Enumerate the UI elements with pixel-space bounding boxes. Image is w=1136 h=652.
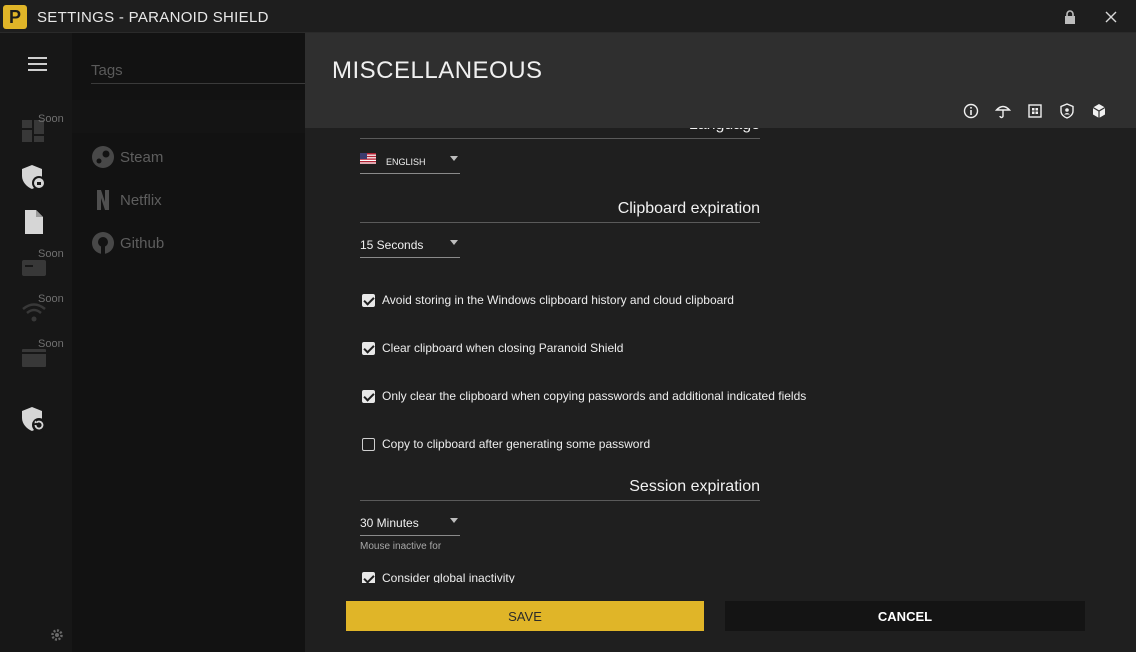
checkbox-label: Consider global inactivity (382, 571, 515, 583)
copy-after-generate-checkbox[interactable]: Copy to clipboard after generating some … (362, 435, 650, 453)
chevron-down-icon (450, 156, 458, 161)
list-item[interactable]: Steam (91, 145, 163, 169)
checkbox-label: Avoid storing in the Windows clipboard h… (382, 293, 734, 307)
lock-icon[interactable] (1063, 10, 1077, 24)
checkbox-checked[interactable] (362, 389, 375, 403)
settings-gear-icon[interactable] (50, 628, 64, 642)
app-logo: P (3, 5, 27, 29)
rail-item-sync[interactable] (20, 405, 54, 439)
page-title: MISCELLANEOUS (332, 57, 543, 84)
only-clear-passwords-checkbox[interactable]: Only clear the clipboard when copying pa… (362, 387, 806, 405)
netflix-icon (97, 190, 109, 210)
steam-icon (92, 146, 114, 168)
hamburger-menu-icon[interactable] (27, 55, 49, 73)
rail-item-vault[interactable] (20, 163, 54, 197)
checkbox-checked[interactable] (362, 341, 375, 355)
navigation-rail: Soon Soon Soon Soon (0, 33, 72, 652)
tags-placeholder: Tags (91, 62, 123, 79)
shield-user-icon[interactable] (1059, 103, 1075, 119)
language-select[interactable]: ENGLISH (360, 150, 460, 174)
soon-badge: Soon (38, 293, 64, 305)
shield-lock-icon (22, 165, 46, 190)
list-divider (72, 100, 305, 133)
list-item-label: Netflix (120, 191, 162, 209)
clear-on-close-checkbox[interactable]: Clear clipboard when closing Paranoid Sh… (362, 339, 623, 357)
us-flag-icon (360, 153, 376, 164)
shield-refresh-icon (22, 407, 46, 432)
umbrella-icon[interactable] (995, 103, 1011, 119)
chevron-down-icon (450, 518, 458, 523)
global-inactivity-checkbox[interactable]: Consider global inactivity (362, 569, 515, 583)
checkbox-checked[interactable] (362, 571, 375, 583)
chevron-down-icon (450, 240, 458, 245)
language-value: ENGLISH (386, 157, 426, 167)
session-expiration-value: 30 Minutes (360, 516, 419, 530)
list-item-label: Github (120, 234, 165, 252)
soon-badge: Soon (38, 338, 64, 350)
list-item[interactable]: Netflix (91, 188, 162, 212)
checkbox-label: Only clear the clipboard when copying pa… (382, 389, 807, 403)
checkbox-unchecked[interactable] (362, 437, 375, 451)
clipboard-section-title: Clipboard expiration (360, 200, 760, 223)
clipboard-expiration-value: 15 Seconds (360, 238, 424, 252)
soon-badge: Soon (38, 113, 64, 125)
session-section-title: Session expiration (360, 478, 760, 501)
checkbox-label: Clear clipboard when closing Paranoid Sh… (382, 341, 624, 355)
cube-icon[interactable] (1091, 103, 1107, 119)
list-item[interactable]: Github (91, 231, 164, 255)
clipboard-expiration-select[interactable]: 15 Seconds (360, 234, 460, 258)
qr-code-icon[interactable] (1027, 103, 1043, 119)
rail-item-notes[interactable] (20, 208, 54, 242)
list-item-label: Steam (120, 148, 164, 166)
document-icon (25, 210, 43, 234)
session-helper-text: Mouse inactive for (360, 541, 442, 552)
tags-search-input[interactable]: Tags (91, 56, 305, 84)
close-icon[interactable] (1104, 10, 1118, 24)
avoid-history-checkbox[interactable]: Avoid storing in the Windows clipboard h… (362, 291, 734, 309)
language-section-title: Language (360, 128, 760, 139)
info-icon[interactable] (963, 103, 979, 119)
checkbox-label: Copy to clipboard after generating some … (382, 437, 651, 451)
checkbox-checked[interactable] (362, 293, 375, 307)
cancel-button[interactable]: CANCEL (725, 601, 1085, 631)
soon-badge: Soon (38, 248, 64, 260)
settings-header: MISCELLANEOUS (305, 33, 1136, 128)
window-title: SETTINGS - PARANOID SHIELD (37, 9, 269, 26)
settings-content[interactable]: Language ENGLISH Clipboard expiration 15… (305, 128, 1136, 583)
github-icon (92, 232, 114, 254)
save-button[interactable]: SAVE (346, 601, 704, 631)
title-bar: P SETTINGS - PARANOID SHIELD (0, 0, 1136, 33)
session-expiration-select[interactable]: 30 Minutes (360, 512, 460, 536)
